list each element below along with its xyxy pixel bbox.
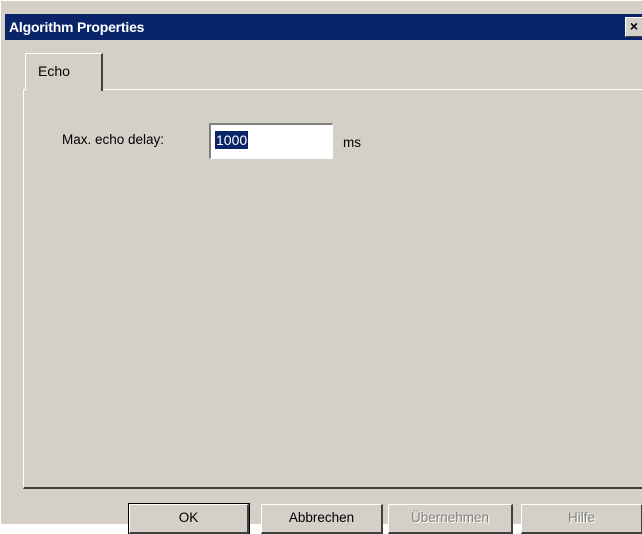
max-echo-delay-label: Max. echo delay:	[62, 132, 165, 147]
tab-echo-label: Echo	[38, 63, 70, 79]
cancel-button[interactable]: Abbrechen	[261, 504, 383, 534]
ok-button[interactable]: OK	[128, 503, 250, 534]
apply-button[interactable]: Übernehmen	[388, 504, 513, 534]
help-button[interactable]: Hilfe	[521, 504, 642, 534]
title-bar[interactable]: Algorithm Properties ×	[5, 14, 642, 40]
window-title: Algorithm Properties	[9, 19, 145, 35]
max-echo-delay-field[interactable]: 1000	[209, 123, 333, 159]
tab-echo[interactable]: Echo	[25, 53, 103, 91]
close-icon: ×	[629, 18, 639, 34]
delay-unit-label: ms	[343, 135, 361, 150]
algorithm-properties-dialog: Algorithm Properties × Echo Max. echo de…	[0, 0, 642, 534]
max-echo-delay-value[interactable]: 1000	[215, 131, 249, 149]
close-button[interactable]: ×	[625, 17, 642, 37]
